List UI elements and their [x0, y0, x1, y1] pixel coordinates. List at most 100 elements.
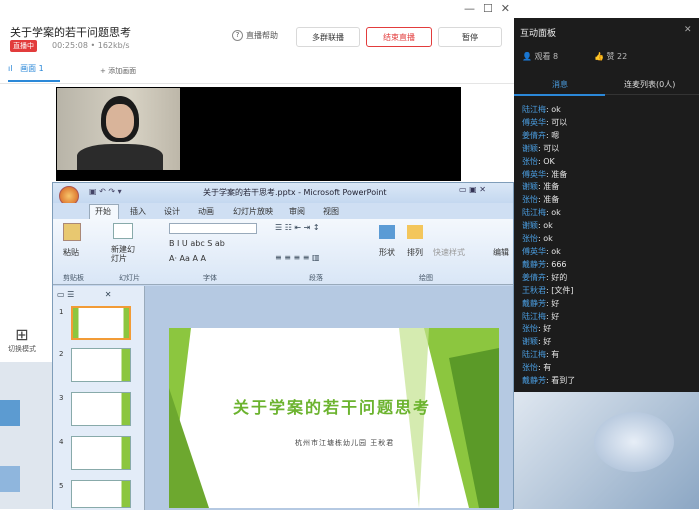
- chat-text: 准备: [551, 169, 568, 179]
- pause-button[interactable]: 暂停: [438, 27, 502, 47]
- slide-thumbnail[interactable]: [71, 306, 131, 340]
- live-status-badge: 直播中: [10, 40, 37, 52]
- chat-username: 张怡: [522, 195, 538, 205]
- switch-mode-label: 切换模式: [8, 345, 36, 353]
- chat-username: 张怡: [522, 234, 538, 244]
- chat-message: 谢颖: 可以: [522, 143, 560, 153]
- chat-message: 王秋君: [文件]: [522, 285, 574, 295]
- chat-message: 陆江梅: ok: [522, 105, 561, 114]
- slide-thumbnail[interactable]: [71, 348, 131, 382]
- chat-username: 张怡: [522, 363, 538, 373]
- live-title: 关于学案的若干问题思考: [10, 26, 131, 39]
- chat-message: 张怡: ok: [522, 234, 553, 244]
- user-icon: 👤: [522, 52, 532, 61]
- message-list: 陆江梅: ok 傅英华: 可以 姜倩卉: 嗯谢颖: 可以 张怡: OK 傅英华: 准备谢…: [522, 104, 694, 388]
- tab-scene-1[interactable]: ıl 画面 1: [8, 63, 44, 74]
- paste-button[interactable]: 粘贴: [63, 247, 79, 258]
- ribbon-tab-review[interactable]: 审阅: [289, 206, 305, 217]
- help-label: 直播帮助: [246, 31, 278, 40]
- thumbs-up-icon: 👍: [594, 52, 604, 61]
- chat-text: ok: [543, 234, 553, 244]
- chat-text: 好: [543, 337, 552, 347]
- desktop-wallpaper: [514, 392, 699, 509]
- viewer-count: 👤 观看 8: [522, 51, 558, 62]
- chat-text: ok: [543, 221, 553, 231]
- chat-username: 陆江梅: [522, 311, 546, 321]
- chat-username: 陆江梅: [522, 105, 546, 114]
- outline-tabs[interactable]: ▭ ☰ ✕: [57, 290, 112, 299]
- desktop-background: [0, 362, 55, 509]
- chat-username: 戴静芳: [522, 259, 546, 269]
- slide-thumbnail[interactable]: [71, 480, 131, 508]
- chat-text: 有: [543, 363, 552, 373]
- chat-username: 傅英华: [522, 246, 546, 256]
- font-size-buttons[interactable]: A· Aa A A: [169, 254, 206, 263]
- font-family-select[interactable]: [169, 223, 257, 234]
- desktop-file-icon[interactable]: [0, 400, 20, 426]
- maximize-icon[interactable]: ☐: [483, 2, 493, 16]
- group-slides-label: 幻灯片: [119, 274, 140, 282]
- chat-message: 谢颖: 准备: [522, 182, 560, 192]
- new-slide-button[interactable]: 新建幻灯片: [111, 245, 137, 263]
- end-live-button[interactable]: 结束直播: [366, 27, 432, 47]
- tab-mic-list[interactable]: 连麦列表(0人): [624, 79, 675, 90]
- desktop-file-icon[interactable]: [0, 466, 20, 492]
- chat-message: 戴静芳: 好: [522, 298, 560, 308]
- group-font-label: 字体: [203, 274, 217, 282]
- chat-username: 谢颖: [522, 143, 538, 153]
- arrange-icon: [407, 225, 423, 239]
- ribbon-tab-animation[interactable]: 动画: [198, 206, 214, 217]
- live-stats: 00:25:08 • 162kb/s: [52, 41, 130, 50]
- chat-username: 陆江梅: [522, 350, 546, 360]
- quickstyle-button[interactable]: 快速样式: [433, 247, 465, 258]
- chat-message: 张怡: 准备: [522, 195, 560, 205]
- chat-username: 王秋君: [522, 285, 546, 295]
- slide-thumbnail[interactable]: [71, 392, 131, 426]
- group-clipboard-label: 剪贴板: [63, 274, 84, 282]
- multi-group-button[interactable]: 多群联播: [296, 27, 360, 47]
- chat-text: [文件]: [551, 285, 574, 295]
- shape-button[interactable]: 形状: [379, 247, 395, 258]
- switch-mode-button[interactable]: ⊞ 切换模式: [2, 326, 42, 354]
- tab-messages[interactable]: 消息: [552, 79, 568, 90]
- chat-username: 张怡: [522, 324, 538, 334]
- slide-title: 关于学案的若干问题思考: [233, 398, 432, 417]
- help-link[interactable]: ? 直播帮助: [232, 30, 278, 41]
- ribbon-tab-design[interactable]: 设计: [164, 206, 180, 217]
- scene-tabs: [0, 58, 514, 84]
- add-scene-label: 添加画面: [108, 67, 137, 75]
- chat-text: 有: [551, 350, 560, 360]
- chat-message: 傅英华: 准备: [522, 169, 568, 179]
- slide-thumbnail[interactable]: [71, 436, 131, 470]
- bitrate: 162kb/s: [97, 41, 130, 50]
- ribbon-tab-insert[interactable]: 插入: [130, 206, 146, 217]
- close-icon[interactable]: ✕: [501, 2, 510, 16]
- chat-username: 戴静芳: [522, 298, 546, 308]
- thumb-number: 2: [59, 350, 64, 358]
- chat-message: 姜倩卉: 嗯: [522, 130, 560, 140]
- chat-text: 666: [551, 259, 567, 269]
- add-scene-button[interactable]: + 添加画面: [100, 66, 136, 76]
- question-icon: ?: [232, 30, 243, 41]
- paragraph-buttons[interactable]: ☰ ☷ ⇤ ⇥ ↕: [275, 223, 320, 232]
- current-slide[interactable]: 关于学案的若干问题思考 杭州市江塘栋幼儿园 王秋君: [169, 328, 499, 508]
- ppt-window-controls[interactable]: ▭ ▣ ✕: [459, 185, 486, 194]
- quick-access-toolbar[interactable]: ▣ ↶ ↷ ▾: [89, 187, 122, 196]
- chat-text: 好的: [551, 272, 568, 282]
- chat-text: ok: [551, 246, 561, 256]
- ribbon-tab-view[interactable]: 视图: [323, 206, 339, 217]
- panel-close-icon[interactable]: ✕: [684, 25, 692, 35]
- arrange-button[interactable]: 排列: [407, 247, 423, 258]
- ribbon-tab-home[interactable]: 开始: [95, 206, 111, 217]
- thumb-number: 3: [59, 394, 64, 402]
- viewer-count-label: 观看 8: [534, 52, 559, 61]
- chat-username: 陆江梅: [522, 208, 546, 218]
- minimize-icon[interactable]: —: [464, 2, 475, 16]
- ribbon: 粘贴 新建幻灯片 B I U abc S ab A· Aa A A ☰ ☷ ⇤ …: [53, 219, 513, 285]
- slide-subtitle: 杭州市江塘栋幼儿园 王秋君: [295, 439, 395, 447]
- edit-button[interactable]: 编辑: [493, 247, 509, 258]
- align-buttons[interactable]: ≡ ≡ ≡ ≡ ▥: [275, 253, 320, 262]
- ribbon-tab-slideshow[interactable]: 幻灯片放映: [233, 206, 273, 217]
- font-format-buttons[interactable]: B I U abc S ab: [169, 239, 225, 248]
- chat-username: 戴静芳: [522, 376, 546, 386]
